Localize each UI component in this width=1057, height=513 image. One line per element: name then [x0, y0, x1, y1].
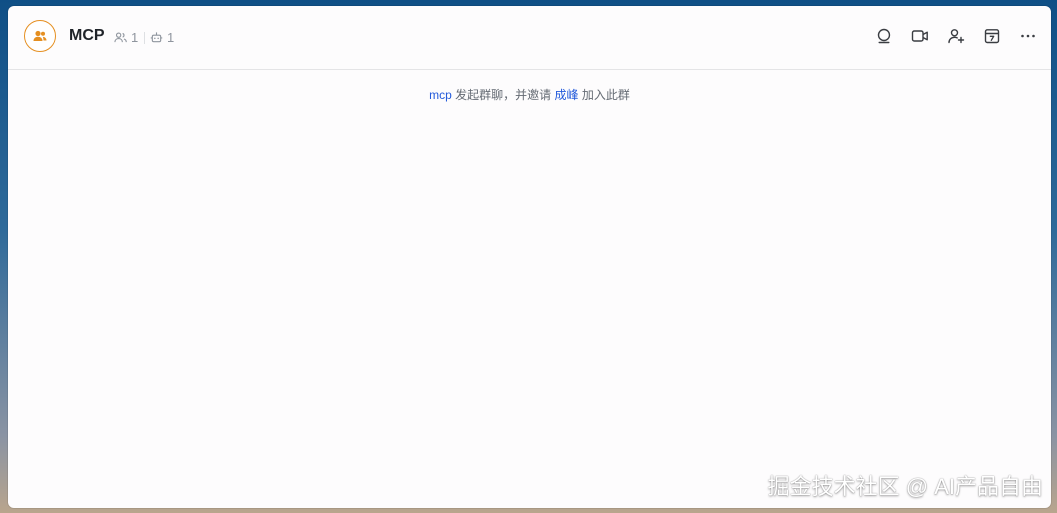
member-count-value: 1	[131, 30, 139, 45]
chat-title: MCP	[69, 27, 105, 44]
calendar-icon	[984, 29, 1000, 44]
members-icon	[114, 32, 127, 43]
add-member-button[interactable]	[945, 25, 967, 47]
chat-header: MCP 1 1	[8, 6, 1051, 70]
system-message-suffix: 加入此群	[581, 88, 630, 102]
add-member-icon	[948, 29, 965, 44]
group-avatar[interactable]	[24, 20, 56, 52]
more-icon	[1021, 34, 1035, 38]
meta-divider	[144, 32, 145, 44]
system-message: mcp 发起群聊，并邀请 成峰 加入此群	[8, 86, 1051, 103]
invitee-link[interactable]: 成峰	[555, 88, 579, 102]
bot-icon	[150, 32, 163, 43]
header-actions	[873, 25, 1039, 47]
watermark: 掘金技术社区 @ AI产品自由	[767, 474, 1043, 499]
calendar-button[interactable]	[981, 25, 1003, 47]
video-call-button[interactable]	[909, 25, 931, 47]
search-icon	[877, 28, 891, 44]
bot-count[interactable]: 1	[150, 30, 174, 45]
group-icon	[33, 30, 47, 41]
more-button[interactable]	[1017, 25, 1039, 47]
video-call-icon	[911, 30, 928, 42]
bot-count-value: 1	[167, 30, 175, 45]
chat-window: MCP 1 1 mcp 发起群聊，并邀请 成峰 加入此群	[8, 6, 1051, 508]
initiator-link[interactable]: mcp	[429, 88, 452, 102]
member-count[interactable]: 1	[114, 30, 138, 45]
search-button[interactable]	[873, 25, 895, 47]
system-message-text: 发起群聊，并邀请	[455, 88, 552, 102]
